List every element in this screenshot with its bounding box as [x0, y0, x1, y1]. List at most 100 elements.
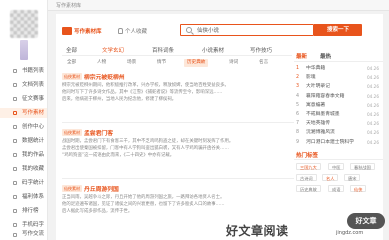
article-tag: 仙侠素材 — [62, 129, 82, 136]
tab-latest[interactable]: 最新 — [296, 52, 307, 60]
sidebar-item-create[interactable]: 创作中心 — [0, 122, 47, 132]
rank-item[interactable]: 8 沅湘博雅风流 04.26 — [294, 128, 383, 137]
rank-item[interactable]: 9 河口港口本建士院科学 04.26 — [294, 138, 383, 147]
search-input[interactable] — [197, 26, 307, 34]
chip-people[interactable]: 人物 — [94, 59, 109, 67]
my-collection-button[interactable]: 个人收藏 — [118, 27, 147, 35]
sidebar-item-books[interactable]: 书籍列表 — [0, 66, 47, 76]
article-item[interactable]: 仙侠素材 孟尝君门客 战国时期，孟尝君门下有食客三千，其中不乏鸡鸣狗盗之徒，却在… — [62, 128, 294, 159]
rank-item[interactable]: 1 中华典籍 04.26 — [294, 64, 383, 73]
rank-item[interactable]: 3 大叶明录记 04.26 — [294, 82, 383, 91]
chip-all[interactable]: 全部 — [64, 59, 79, 67]
watermark-url: jingdz.com — [336, 230, 364, 236]
rank-title: 不戒鲜墨青城墨 — [306, 111, 340, 117]
rank-list: 1 中华典籍 04.26 2 影魂 04.26 3 大叶明录记 04.26 4 襄阳雍容春季文… — [294, 64, 383, 147]
rank-tabs: 最新 最热 — [294, 50, 383, 62]
chat-icon — [13, 233, 17, 237]
rank-title: 影魂 — [306, 75, 316, 81]
tab-literature[interactable]: 文学玄幻 — [102, 46, 124, 54]
document-icon — [13, 83, 17, 87]
folder-icon — [13, 111, 17, 115]
sidebar-item-community[interactable]: 写作交流 — [0, 230, 47, 239]
chip-plot[interactable]: 情节 — [154, 59, 169, 67]
brand[interactable]: 写作素材库 — [62, 26, 102, 36]
search-box — [180, 24, 314, 36]
rank-item[interactable]: 7 天地英雄传 04.26 — [294, 119, 383, 128]
rank-date: 04.26 — [367, 102, 379, 108]
hot-tag[interactable]: 历史典故 — [296, 184, 321, 192]
article-excerpt: 他的足迹遍布诸国，见证了诸侯之间的兴衰更替，也留下了许多脍炙人口的故事…… — [62, 202, 225, 207]
sidebar-item-stats[interactable]: 数据统计 — [0, 136, 47, 146]
rank-date: 04.26 — [367, 84, 379, 90]
chip-poetry[interactable]: 诗词 — [226, 59, 241, 67]
article-item[interactable]: 仙侠素材 丹丘周游列国 正当风雨，吴越争斗之际，丹丘开始了他的周游列国之旅，一路… — [62, 184, 294, 215]
rank-title: 中华典籍 — [306, 66, 326, 71]
rank-title: 襄阳雍容春季文籍 — [306, 93, 345, 99]
chip-quotes[interactable]: 名言 — [256, 59, 271, 67]
article-title[interactable]: 孟尝君门客 — [84, 128, 113, 137]
rank-item[interactable]: 2 影魂 04.26 — [294, 73, 383, 82]
article-item[interactable]: 仙侠素材 柳宗元被贬柳州 柳宗元被贬柳州期间，他积极推行改革，兴办学校，释放奴婢… — [62, 72, 294, 103]
rank-item[interactable]: 6 不戒鲜墨青城墨 04.26 — [294, 110, 383, 119]
chip-scene[interactable]: 场景 — [124, 59, 139, 67]
sidebar-item-contest[interactable]: 征文赛事 — [0, 94, 47, 104]
rank-item[interactable]: 5 寓意编著 04.26 — [294, 101, 383, 110]
rank-date: 04.26 — [367, 139, 379, 145]
chip-history[interactable]: 历史典故 — [184, 59, 209, 67]
rank-number: 3 — [296, 84, 300, 90]
sidebar-item-works[interactable]: 我的作品 — [0, 150, 47, 160]
hot-tag[interactable]: 唐宋 — [344, 173, 361, 181]
hot-tag[interactable]: 仙侠 — [350, 184, 367, 192]
hot-tag[interactable]: 三国九大 — [296, 162, 321, 170]
avatar-badge — [20, 40, 28, 60]
hot-tag[interactable]: 成语 — [328, 184, 345, 192]
rank-date: 04.26 — [367, 66, 379, 71]
sidebar-item-ranking[interactable]: 排行榜 — [0, 206, 47, 216]
rank-number: 6 — [296, 111, 300, 117]
tab-encyclopedia[interactable]: 百科词条 — [152, 46, 174, 54]
main-panel: 写作素材库 个人收藏 搜索一下 全部 文学玄幻 百科词条 小说素材 写作技巧 全… — [56, 14, 383, 240]
brand-title: 写作素材库 — [74, 29, 102, 35]
sidebar-item-mobile[interactable]: 手机码字 — [0, 220, 47, 230]
rank-number: 8 — [296, 130, 300, 136]
article-excerpt: “鸡鸣狗盗”这一成语由此而来，《二十四史》中亦有记载。 — [62, 153, 175, 158]
tab-novel-materials[interactable]: 小说素材 — [202, 46, 224, 54]
rank-number: 7 — [296, 121, 300, 127]
rank-date: 04.26 — [367, 121, 379, 127]
tab-all[interactable]: 全部 — [66, 46, 77, 54]
chart-icon — [13, 139, 17, 143]
rank-date: 04.26 — [367, 75, 379, 81]
rank-date: 04.26 — [367, 93, 379, 99]
divider — [62, 178, 294, 179]
article-tag: 仙侠素材 — [62, 73, 82, 80]
sidebar-item-docs[interactable]: 文档列表 — [0, 80, 47, 90]
hot-tag[interactable]: 春秋战国 — [350, 162, 375, 170]
tab-writing-tips[interactable]: 写作技巧 — [250, 46, 272, 54]
hot-tag[interactable]: 名人 — [322, 173, 339, 181]
divider — [62, 122, 294, 123]
tab-hottest[interactable]: 最热 — [320, 52, 331, 60]
rank-number: 2 — [296, 75, 300, 81]
hot-tag[interactable]: 古诗词 — [296, 173, 317, 181]
ranking-icon — [13, 209, 17, 213]
article-title[interactable]: 柳宗元被贬柳州 — [84, 72, 125, 81]
sidebar-item-welfare[interactable]: 福利体系 — [0, 192, 47, 202]
hot-tags: 三国九大 中医 春秋战国 古诗词 名人 唐宋 历史典故 成语 仙侠 — [294, 162, 383, 203]
article-tag: 仙侠素材 — [62, 185, 82, 192]
person-icon — [118, 28, 123, 34]
article-title[interactable]: 丹丘周游列国 — [84, 184, 119, 193]
article-excerpt: 战国时期，孟尝君门下有食客三千，其中不乏鸡鸣狗盗之徒，却在关键时刻发挥了作用。 — [62, 139, 234, 144]
sidebar-item-wordcount[interactable]: 码字统计 — [0, 178, 47, 188]
article-excerpt: 他同时写下了许多诗文作品，其中《江雪》《捕蛇者说》等流传至今，影响深远…… — [62, 90, 223, 95]
sidebar-item-materials[interactable]: 写作素材 — [0, 108, 47, 118]
sidebar-item-favorites[interactable]: 我的收藏 — [0, 164, 47, 174]
watermark-badge: 好文章 — [347, 213, 385, 229]
hot-tag[interactable]: 中医 — [328, 162, 345, 170]
rank-title: 河口港口本建士院科学 — [306, 139, 354, 145]
topbar-title: 写作素材库 — [56, 3, 82, 9]
search-icon — [186, 27, 192, 33]
rank-item[interactable]: 4 襄阳雍容春季文籍 04.26 — [294, 92, 383, 101]
search-button[interactable]: 搜索一下 — [314, 24, 362, 36]
filter-chips: 全部 人物 场景 情节 历史典故 诗词 名言 — [62, 59, 292, 68]
avatar[interactable] — [10, 10, 38, 38]
